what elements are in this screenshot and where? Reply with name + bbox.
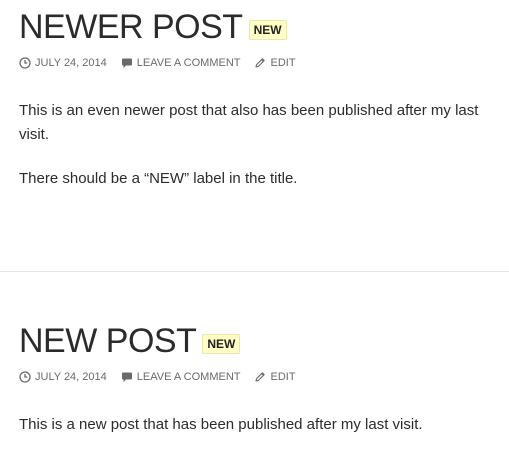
leave-comment-label: LEAVE A COMMENT [136,371,241,383]
edit-link[interactable]: EDIT [254,57,296,69]
edit-label: EDIT [270,57,296,69]
post-paragraph: This is an even newer post that also has… [19,102,479,143]
new-badge: NEW [202,334,241,354]
post-date: JULY 24, 2014 [35,57,107,69]
clock-icon [19,57,31,69]
post-date-link[interactable]: JULY 24, 2014 [19,371,107,383]
post-date-link[interactable]: JULY 24, 2014 [19,57,107,69]
post-divider [0,271,509,272]
post-new: NEW POST NEW JULY 24, 2014 LEAVE A COMME… [19,320,509,457]
pencil-icon [254,57,266,69]
pencil-icon [254,371,266,383]
post-date: JULY 24, 2014 [35,371,107,383]
post-content: This is an even newer post that also has… [19,99,489,191]
leave-comment-link[interactable]: LEAVE A COMMENT [121,371,241,383]
post-header: NEW POST NEW [19,320,509,362]
edit-label: EDIT [270,371,296,383]
post-paragraph: There should be a “NEW” label in the tit… [19,170,298,187]
post-meta: JULY 24, 2014 LEAVE A COMMENT EDIT [19,55,509,71]
post-content: This is a new post that has been publish… [19,413,489,437]
post-meta: JULY 24, 2014 LEAVE A COMMENT EDIT [19,369,509,385]
post-paragraph: This is a new post that has been publish… [19,416,423,433]
speech-bubble-icon [121,57,133,69]
post-title[interactable]: NEW POST [19,321,197,361]
post-header: NEWER POST NEW [19,6,509,48]
speech-bubble-icon [121,371,133,383]
clock-icon [19,371,31,383]
leave-comment-label: LEAVE A COMMENT [136,57,241,69]
post-newer: NEWER POST NEW JULY 24, 2014 LEAVE A COM… [19,6,509,211]
leave-comment-link[interactable]: LEAVE A COMMENT [121,57,241,69]
new-badge: NEW [248,20,287,40]
edit-link[interactable]: EDIT [254,371,296,383]
post-title[interactable]: NEWER POST [19,7,243,47]
